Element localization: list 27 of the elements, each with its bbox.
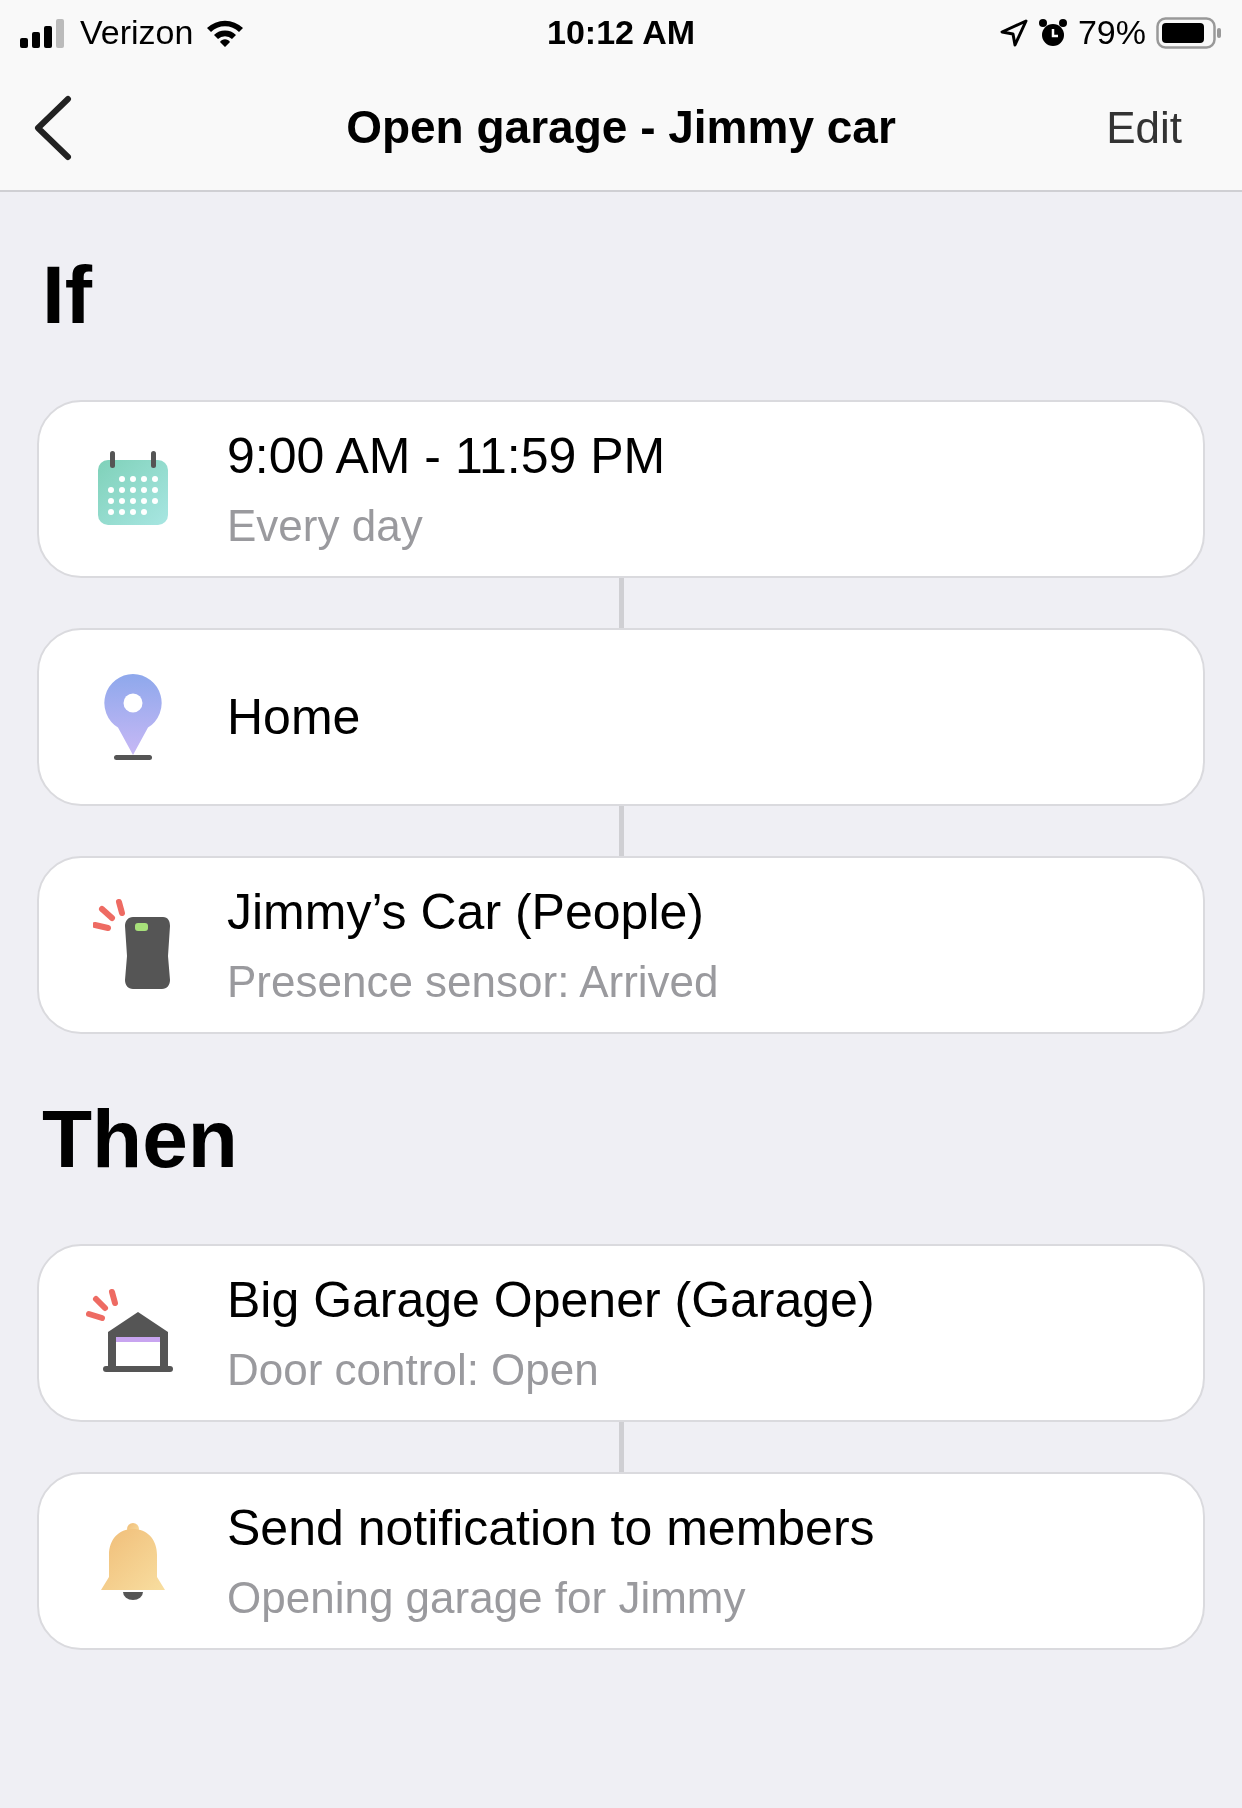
rule-card[interactable]: Jimmy’s Car (People) Presence sensor: Arrived <box>37 856 1205 1034</box>
carrier-name: Verizon <box>80 12 194 53</box>
card-title: Home <box>227 687 361 747</box>
battery-icon <box>1156 16 1222 49</box>
battery-percentage: 79% <box>1077 12 1146 53</box>
card-title: Jimmy’s Car (People) <box>227 883 705 943</box>
card-subtitle: Door control: Open <box>227 1343 600 1396</box>
section-heading: Then <box>41 1098 239 1180</box>
section-heading: If <box>41 254 94 336</box>
status-time: 10:12 AM <box>546 12 696 53</box>
rule-card[interactable]: 9:00 AM - 11:59 PM Every day <box>37 400 1205 578</box>
page-title: Open garage - Jimmy car <box>345 100 897 155</box>
bell-icon <box>100 1521 166 1601</box>
card-title: 9:00 AM - 11:59 PM <box>227 427 666 487</box>
card-title: Send notification to members <box>227 1499 875 1559</box>
edit-button[interactable]: Edit <box>1106 94 1182 161</box>
card-subtitle: Opening garage for Jimmy <box>227 1571 747 1624</box>
rule-card[interactable]: Send notification to members Opening garage for Jimmy <box>37 1472 1205 1650</box>
location-pin-icon <box>102 672 164 762</box>
alarm-clock-icon <box>1037 17 1068 48</box>
location-arrow-icon <box>999 18 1028 47</box>
card-title: Big Garage Opener (Garage) <box>227 1271 875 1331</box>
card-subtitle: Every day <box>227 499 424 552</box>
rule-card[interactable]: Home <box>37 628 1205 806</box>
rule-card[interactable]: Big Garage Opener (Garage) Door control: Open <box>37 1244 1205 1422</box>
card-subtitle: Presence sensor: Arrived <box>227 955 719 1008</box>
calendar-icon <box>96 451 170 527</box>
